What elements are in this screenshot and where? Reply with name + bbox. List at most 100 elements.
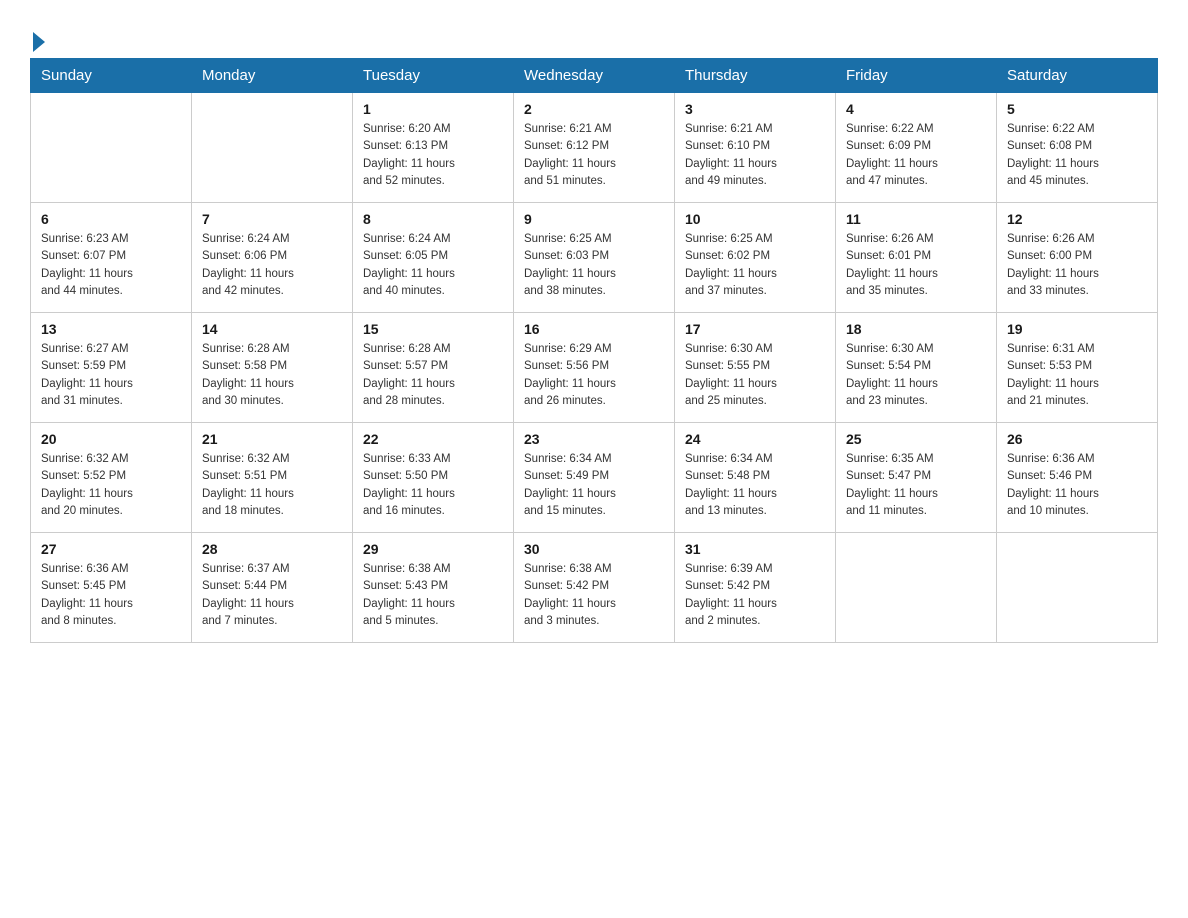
day-number: 4 — [846, 101, 986, 117]
day-detail: Sunrise: 6:29 AMSunset: 5:56 PMDaylight:… — [524, 341, 664, 410]
day-detail: Sunrise: 6:33 AMSunset: 5:50 PMDaylight:… — [363, 451, 503, 520]
day-number: 17 — [685, 321, 825, 337]
day-number: 19 — [1007, 321, 1147, 337]
calendar-cell: 28 Sunrise: 6:37 AMSunset: 5:44 PMDayligh… — [192, 533, 353, 643]
day-number: 14 — [202, 321, 342, 337]
calendar-header: SundayMondayTuesdayWednesdayThursdayFrid… — [31, 59, 1158, 93]
day-number: 31 — [685, 541, 825, 557]
calendar-week-2: 6 Sunrise: 6:23 AMSunset: 6:07 PMDaylight… — [31, 203, 1158, 313]
calendar-cell: 24 Sunrise: 6:34 AMSunset: 5:48 PMDayligh… — [675, 423, 836, 533]
day-number: 20 — [41, 431, 181, 447]
day-detail: Sunrise: 6:28 AMSunset: 5:58 PMDaylight:… — [202, 341, 342, 410]
day-detail: Sunrise: 6:34 AMSunset: 5:49 PMDaylight:… — [524, 451, 664, 520]
calendar-cell: 1Sunrise: 6:20 AMSunset: 6:13 PMDaylight… — [353, 93, 514, 203]
day-number: 5 — [1007, 101, 1147, 117]
day-number: 30 — [524, 541, 664, 557]
day-number: 10 — [685, 211, 825, 227]
calendar-cell: 2 Sunrise: 6:21 AMSunset: 6:12 PMDaylight… — [514, 93, 675, 203]
header-cell-friday: Friday — [836, 59, 997, 93]
day-detail: Sunrise: 6:32 AMSunset: 5:51 PMDaylight:… — [202, 451, 342, 520]
header-cell-monday: Monday — [192, 59, 353, 93]
calendar-cell — [192, 93, 353, 203]
calendar-cell: 4 Sunrise: 6:22 AMSunset: 6:09 PMDaylight… — [836, 93, 997, 203]
day-detail: Sunrise: 6:26 AMSunset: 6:00 PMDaylight:… — [1007, 231, 1147, 300]
header-cell-sunday: Sunday — [31, 59, 192, 93]
day-number: 25 — [846, 431, 986, 447]
day-detail: Sunrise: 6:36 AMSunset: 5:45 PMDaylight:… — [41, 561, 181, 630]
calendar-cell: 31Sunrise: 6:39 AMSunset: 5:42 PMDayligh… — [675, 533, 836, 643]
calendar-week-3: 13 Sunrise: 6:27 AMSunset: 5:59 PMDayligh… — [31, 313, 1158, 423]
calendar-cell: 16 Sunrise: 6:29 AMSunset: 5:56 PMDayligh… — [514, 313, 675, 423]
day-detail: Sunrise: 6:38 AMSunset: 5:42 PMDaylight:… — [524, 561, 664, 630]
day-detail: Sunrise: 6:30 AMSunset: 5:55 PMDaylight:… — [685, 341, 825, 410]
day-number: 18 — [846, 321, 986, 337]
day-number: 16 — [524, 321, 664, 337]
calendar-cell: 7Sunrise: 6:24 AMSunset: 6:06 PMDaylight… — [192, 203, 353, 313]
day-detail: Sunrise: 6:21 AMSunset: 6:10 PMDaylight:… — [685, 121, 825, 190]
page-header — [30, 20, 1158, 48]
day-detail: Sunrise: 6:37 AMSunset: 5:44 PMDaylight:… — [202, 561, 342, 630]
calendar-cell: 22 Sunrise: 6:33 AMSunset: 5:50 PMDayligh… — [353, 423, 514, 533]
day-detail: Sunrise: 6:21 AMSunset: 6:12 PMDaylight:… — [524, 121, 664, 190]
calendar-cell: 25 Sunrise: 6:35 AMSunset: 5:47 PMDayligh… — [836, 423, 997, 533]
day-number: 29 — [363, 541, 503, 557]
day-detail: Sunrise: 6:35 AMSunset: 5:47 PMDaylight:… — [846, 451, 986, 520]
day-detail: Sunrise: 6:25 AMSunset: 6:03 PMDaylight:… — [524, 231, 664, 300]
day-detail: Sunrise: 6:38 AMSunset: 5:43 PMDaylight:… — [363, 561, 503, 630]
logo — [30, 20, 45, 48]
day-detail: Sunrise: 6:24 AMSunset: 6:05 PMDaylight:… — [363, 231, 503, 300]
header-row: SundayMondayTuesdayWednesdayThursdayFrid… — [31, 59, 1158, 93]
calendar-cell — [997, 533, 1158, 643]
calendar-cell: 9 Sunrise: 6:25 AMSunset: 6:03 PMDaylight… — [514, 203, 675, 313]
day-detail: Sunrise: 6:22 AMSunset: 6:09 PMDaylight:… — [846, 121, 986, 190]
calendar-cell: 19 Sunrise: 6:31 AMSunset: 5:53 PMDayligh… — [997, 313, 1158, 423]
day-number: 1 — [363, 101, 503, 117]
day-number: 8 — [363, 211, 503, 227]
calendar-cell: 11 Sunrise: 6:26 AMSunset: 6:01 PMDayligh… — [836, 203, 997, 313]
calendar-cell: 18 Sunrise: 6:30 AMSunset: 5:54 PMDayligh… — [836, 313, 997, 423]
day-detail: Sunrise: 6:32 AMSunset: 5:52 PMDaylight:… — [41, 451, 181, 520]
day-number: 26 — [1007, 431, 1147, 447]
day-number: 24 — [685, 431, 825, 447]
day-detail: Sunrise: 6:34 AMSunset: 5:48 PMDaylight:… — [685, 451, 825, 520]
calendar-cell — [31, 93, 192, 203]
calendar-cell: 26Sunrise: 6:36 AMSunset: 5:46 PMDayligh… — [997, 423, 1158, 533]
day-detail: Sunrise: 6:28 AMSunset: 5:57 PMDaylight:… — [363, 341, 503, 410]
day-detail: Sunrise: 6:22 AMSunset: 6:08 PMDaylight:… — [1007, 121, 1147, 190]
day-number: 2 — [524, 101, 664, 117]
day-detail: Sunrise: 6:31 AMSunset: 5:53 PMDaylight:… — [1007, 341, 1147, 410]
calendar-cell: 29 Sunrise: 6:38 AMSunset: 5:43 PMDayligh… — [353, 533, 514, 643]
calendar-cell: 30 Sunrise: 6:38 AMSunset: 5:42 PMDayligh… — [514, 533, 675, 643]
day-number: 12 — [1007, 211, 1147, 227]
calendar-cell: 17 Sunrise: 6:30 AMSunset: 5:55 PMDayligh… — [675, 313, 836, 423]
day-number: 11 — [846, 211, 986, 227]
day-detail: Sunrise: 6:30 AMSunset: 5:54 PMDaylight:… — [846, 341, 986, 410]
calendar-cell: 6 Sunrise: 6:23 AMSunset: 6:07 PMDaylight… — [31, 203, 192, 313]
calendar-table: SundayMondayTuesdayWednesdayThursdayFrid… — [30, 58, 1158, 643]
day-number: 21 — [202, 431, 342, 447]
day-number: 22 — [363, 431, 503, 447]
header-cell-thursday: Thursday — [675, 59, 836, 93]
day-number: 28 — [202, 541, 342, 557]
calendar-cell: 20 Sunrise: 6:32 AMSunset: 5:52 PMDayligh… — [31, 423, 192, 533]
day-number: 27 — [41, 541, 181, 557]
day-detail: Sunrise: 6:27 AMSunset: 5:59 PMDaylight:… — [41, 341, 181, 410]
calendar-cell: 27 Sunrise: 6:36 AMSunset: 5:45 PMDayligh… — [31, 533, 192, 643]
calendar-cell: 5 Sunrise: 6:22 AMSunset: 6:08 PMDaylight… — [997, 93, 1158, 203]
day-number: 23 — [524, 431, 664, 447]
day-number: 13 — [41, 321, 181, 337]
day-detail: Sunrise: 6:24 AMSunset: 6:06 PMDaylight:… — [202, 231, 342, 300]
day-detail: Sunrise: 6:26 AMSunset: 6:01 PMDaylight:… — [846, 231, 986, 300]
header-cell-tuesday: Tuesday — [353, 59, 514, 93]
calendar-cell: 21 Sunrise: 6:32 AMSunset: 5:51 PMDayligh… — [192, 423, 353, 533]
day-number: 9 — [524, 211, 664, 227]
day-number: 15 — [363, 321, 503, 337]
day-detail: Sunrise: 6:23 AMSunset: 6:07 PMDaylight:… — [41, 231, 181, 300]
calendar-body: 1Sunrise: 6:20 AMSunset: 6:13 PMDaylight… — [31, 93, 1158, 643]
day-number: 6 — [41, 211, 181, 227]
calendar-week-4: 20 Sunrise: 6:32 AMSunset: 5:52 PMDayligh… — [31, 423, 1158, 533]
day-number: 3 — [685, 101, 825, 117]
calendar-cell: 13 Sunrise: 6:27 AMSunset: 5:59 PMDayligh… — [31, 313, 192, 423]
day-detail: Sunrise: 6:25 AMSunset: 6:02 PMDaylight:… — [685, 231, 825, 300]
calendar-cell: 14 Sunrise: 6:28 AMSunset: 5:58 PMDayligh… — [192, 313, 353, 423]
